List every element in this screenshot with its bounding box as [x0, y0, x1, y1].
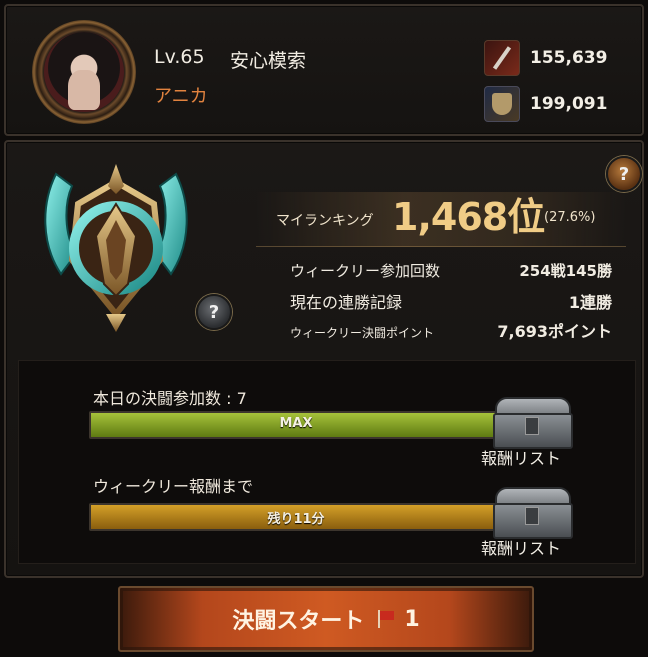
duel-points-value: 7,693ポイント — [497, 322, 612, 341]
player-info-panel: Lv.65 安心模索 アニカ 155,639 199,091 — [4, 4, 644, 136]
duel-start-label: 決闘スタート — [232, 609, 365, 634]
daily-duel-count-label: 本日の決闘参加数 : 7 — [93, 389, 247, 408]
avatar-frame[interactable] — [32, 20, 136, 124]
armor-icon — [484, 86, 520, 122]
daily-progress-text: MAX — [279, 416, 313, 431]
win-streak-value: 1連勝 — [568, 293, 612, 312]
player-level: Lv.65 — [154, 46, 205, 68]
ranking-panel: ? ? マイランキング 1,468位 (27.6%) ウィークリー参加回数 25… — [4, 140, 644, 578]
attack-power-row: 155,639 — [484, 40, 607, 76]
weekly-reward-label: ウィークリー報酬まで — [93, 477, 254, 496]
daily-progress-bar: MAX — [89, 411, 503, 439]
defense-power-value: 199,091 — [530, 94, 608, 114]
duel-start-button[interactable]: 決闘スタート 1 — [118, 586, 534, 652]
weekly-reward-chest-icon[interactable] — [489, 487, 573, 539]
emblem-help-button[interactable]: ? — [196, 294, 232, 330]
weekly-progress-text: 残り11分 — [267, 512, 325, 527]
win-streak-row: 現在の連勝記録 1連勝 — [290, 289, 612, 313]
defense-power-row: 199,091 — [484, 86, 607, 122]
player-name: 安心模索 — [230, 50, 307, 72]
daily-reward-chest-icon[interactable] — [489, 397, 573, 449]
duel-ticket-count: 1 — [404, 606, 420, 632]
duel-points-row: ウィークリー決闘ポイント 7,693ポイント — [290, 318, 612, 342]
daily-reward-list-button[interactable]: 報酬リスト — [481, 445, 561, 469]
duel-points-label: ウィークリー決闘ポイント — [290, 326, 435, 340]
reward-section: 本日の決闘参加数 : 7 MAX 報酬リスト ウィークリー報酬まで 残り11分 … — [18, 360, 636, 564]
rank-emblem-icon — [44, 164, 188, 332]
weekly-progress-bar: 残り11分 — [89, 503, 503, 531]
ranking-label: マイランキング — [276, 213, 374, 229]
player-class: アニカ — [154, 86, 208, 107]
attack-power-value: 155,639 — [530, 48, 608, 68]
win-streak-label: 現在の連勝記録 — [290, 293, 403, 312]
weekly-battles-row: ウィークリー参加回数 254戦145勝 — [290, 260, 612, 281]
ranking-help-button[interactable]: ? — [606, 156, 642, 192]
weekly-battles-value: 254戦145勝 — [519, 262, 612, 280]
flag-icon — [376, 610, 398, 628]
ranking-percent: (27.6%) — [544, 210, 596, 225]
sword-icon — [484, 40, 520, 76]
ranking-value: 1,468位 — [392, 195, 545, 239]
weekly-reward-list-button[interactable]: 報酬リスト — [481, 535, 561, 559]
weekly-battles-label: ウィークリー参加回数 — [290, 262, 441, 280]
avatar — [44, 32, 124, 112]
